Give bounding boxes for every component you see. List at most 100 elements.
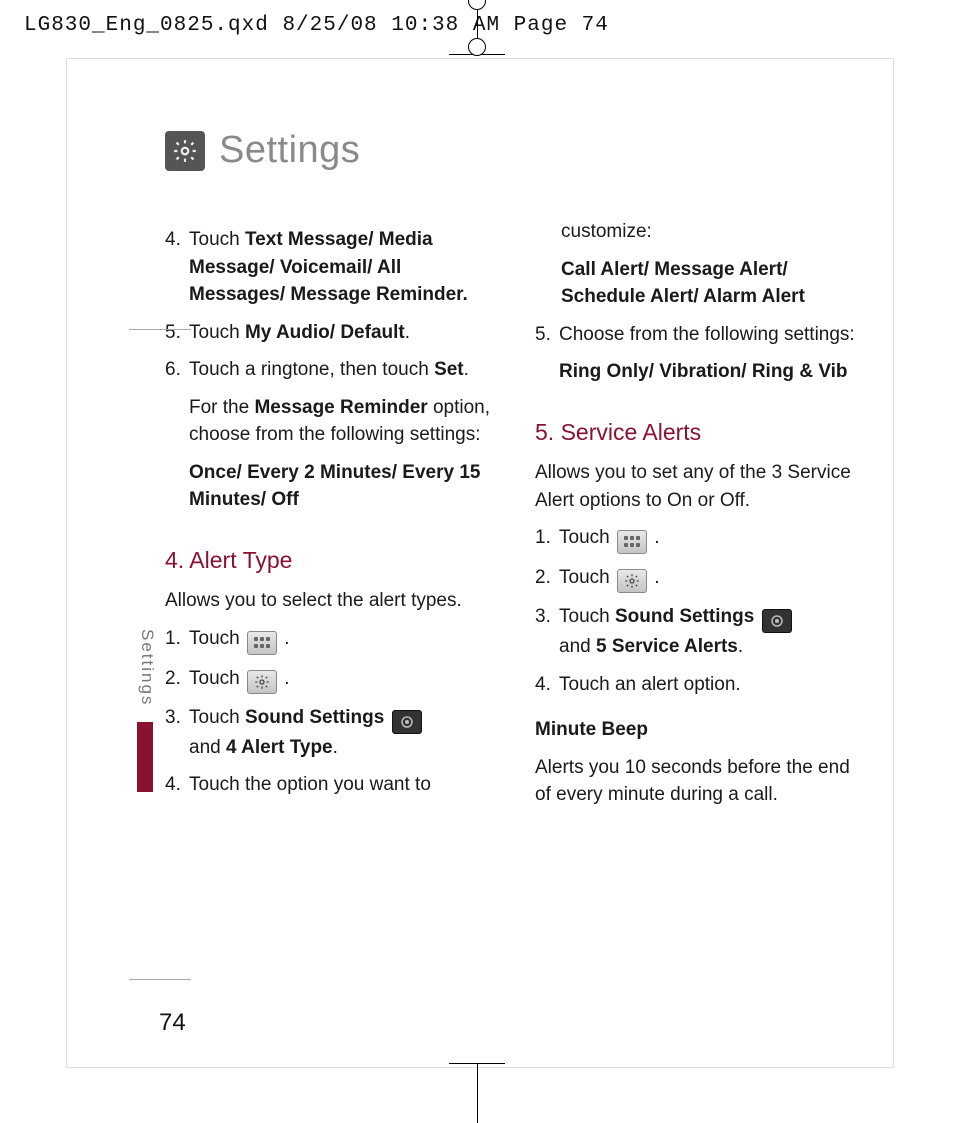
bold-text: My Audio/ Default [245, 322, 405, 343]
side-tab-bar [137, 722, 153, 792]
left-step-6: 6. Touch a ringtone, then touch Set. For… [165, 356, 495, 524]
menu-grid-icon [617, 530, 647, 554]
text: . [654, 567, 659, 588]
right-step-5: 5. Choose from the following settings: R… [535, 321, 865, 396]
step-body: Touch an alert option. [559, 671, 865, 699]
step-body: Touch the option you want to [189, 771, 495, 799]
bold-text: Set [434, 359, 464, 380]
service-alerts-step-3: 3. Touch Sound Settings and 5 Service Al… [535, 603, 865, 661]
subhead-service-alerts: 5. Service Alerts [535, 416, 865, 449]
step-number: 2. [535, 564, 559, 593]
page-frame: Settings 4. Touch Text Message/ Media Me… [66, 58, 894, 1068]
column-left: 4. Touch Text Message/ Media Message/ Vo… [165, 218, 495, 819]
step-number: 4. [165, 226, 189, 309]
text: Touch [559, 606, 615, 627]
side-tab-label: Settings [137, 629, 157, 714]
text: Touch [189, 628, 245, 649]
alert-type-step-3: 3. Touch Sound Settings and 4 Alert Type… [165, 704, 495, 762]
step-body: Touch a ringtone, then touch Set. For th… [189, 356, 495, 524]
sound-settings-icon [762, 609, 792, 633]
bold-text: 4 Alert Type [226, 737, 333, 758]
left-step-5: 5. Touch My Audio/ Default. [165, 319, 495, 347]
step-body: Touch Sound Settings and 5 Service Alert… [559, 603, 865, 661]
margin-rule [129, 979, 191, 980]
text: Touch the option you want to [189, 774, 431, 795]
text: Touch a ringtone, then touch [189, 359, 434, 380]
text: Touch [559, 527, 615, 548]
bold-text: Sound Settings [615, 606, 754, 627]
sound-settings-icon [392, 710, 422, 734]
page-title: Settings [219, 129, 360, 172]
page-content: Settings 4. Touch Text Message/ Media Me… [165, 129, 865, 819]
continuation-block: customize: Call Alert/ Message Alert/ Sc… [535, 218, 865, 311]
step-body: Choose from the following settings: Ring… [559, 321, 865, 396]
step-body: Touch My Audio/ Default. [189, 319, 495, 347]
alert-type-step-2: 2. Touch . [165, 665, 495, 694]
columns: 4. Touch Text Message/ Media Message/ Vo… [165, 218, 865, 819]
step-number: 4. [165, 771, 189, 799]
step-body: Touch . [559, 524, 865, 554]
step-body: Touch . [189, 625, 495, 655]
gear-icon [247, 670, 277, 694]
text: Touch [189, 229, 245, 250]
step-number: 1. [535, 524, 559, 554]
text: For the [189, 397, 254, 418]
step-body: Touch . [559, 564, 865, 593]
step-number: 5. [165, 319, 189, 347]
alert-type-step-1: 1. Touch . [165, 625, 495, 655]
step-body: Touch Text Message/ Media Message/ Voice… [189, 226, 495, 309]
step-number: 5. [535, 321, 559, 396]
subhead-minute-beep: Minute Beep [535, 716, 865, 744]
text: and [189, 737, 226, 758]
step-body: Touch Sound Settings and 4 Alert Type. [189, 704, 495, 762]
service-alerts-step-2: 2. Touch . [535, 564, 865, 593]
step-number: 6. [165, 356, 189, 524]
print-slug: LG830_Eng_0825.qxd 8/25/08 10:38 AM Page… [24, 14, 609, 37]
bold-text: Call Alert/ Message Alert/ Schedule Aler… [561, 256, 865, 311]
text: Allows you to select the alert types. [165, 587, 495, 615]
step-number: 4. [535, 671, 559, 699]
subhead-alert-type: 4. Alert Type [165, 544, 495, 577]
text: . [464, 359, 469, 380]
text: Touch an alert option. [559, 674, 741, 695]
bold-text: Message Reminder [254, 397, 427, 418]
text: Touch [189, 668, 245, 689]
service-alerts-step-4: 4. Touch an alert option. [535, 671, 865, 699]
text: . [405, 322, 410, 343]
text: Touch [559, 567, 615, 588]
bold-text: Sound Settings [245, 707, 384, 728]
step-number: 3. [535, 603, 559, 661]
step-body: Touch . [189, 665, 495, 694]
step-number: 3. [165, 704, 189, 762]
text: . [654, 527, 659, 548]
text: Touch [189, 322, 245, 343]
service-alerts-step-1: 1. Touch . [535, 524, 865, 554]
alert-type-step-4: 4. Touch the option you want to [165, 771, 495, 799]
text: Alerts you 10 seconds before the end of … [535, 754, 865, 809]
text: customize: [561, 218, 865, 246]
column-right: customize: Call Alert/ Message Alert/ Sc… [535, 218, 865, 819]
crop-mark-bottom-circle [468, 0, 486, 10]
menu-grid-icon [247, 631, 277, 655]
step-number: 2. [165, 665, 189, 694]
text: . [333, 737, 338, 758]
gear-icon [617, 569, 647, 593]
text: . [284, 628, 289, 649]
bold-text: 5 Service Alerts [596, 636, 738, 657]
text: Touch [189, 707, 245, 728]
crop-mark-bottom [457, 1063, 497, 1123]
text: . [284, 668, 289, 689]
bold-text: Once/ Every 2 Minutes/ Every 15 Minutes/… [189, 459, 495, 514]
text: and [559, 636, 596, 657]
bold-text: Ring Only/ Vibration/ Ring & Vib [559, 358, 865, 386]
page-title-row: Settings [165, 129, 865, 172]
page-number: 74 [159, 1009, 186, 1037]
side-tab: Settings [137, 629, 157, 792]
margin-rule [129, 329, 191, 330]
crop-mark-top-circle [468, 38, 486, 56]
text: Choose from the following settings: [559, 321, 865, 349]
text: . [738, 636, 743, 657]
settings-title-icon [165, 131, 205, 171]
step-number: 1. [165, 625, 189, 655]
left-step-4: 4. Touch Text Message/ Media Message/ Vo… [165, 226, 495, 309]
